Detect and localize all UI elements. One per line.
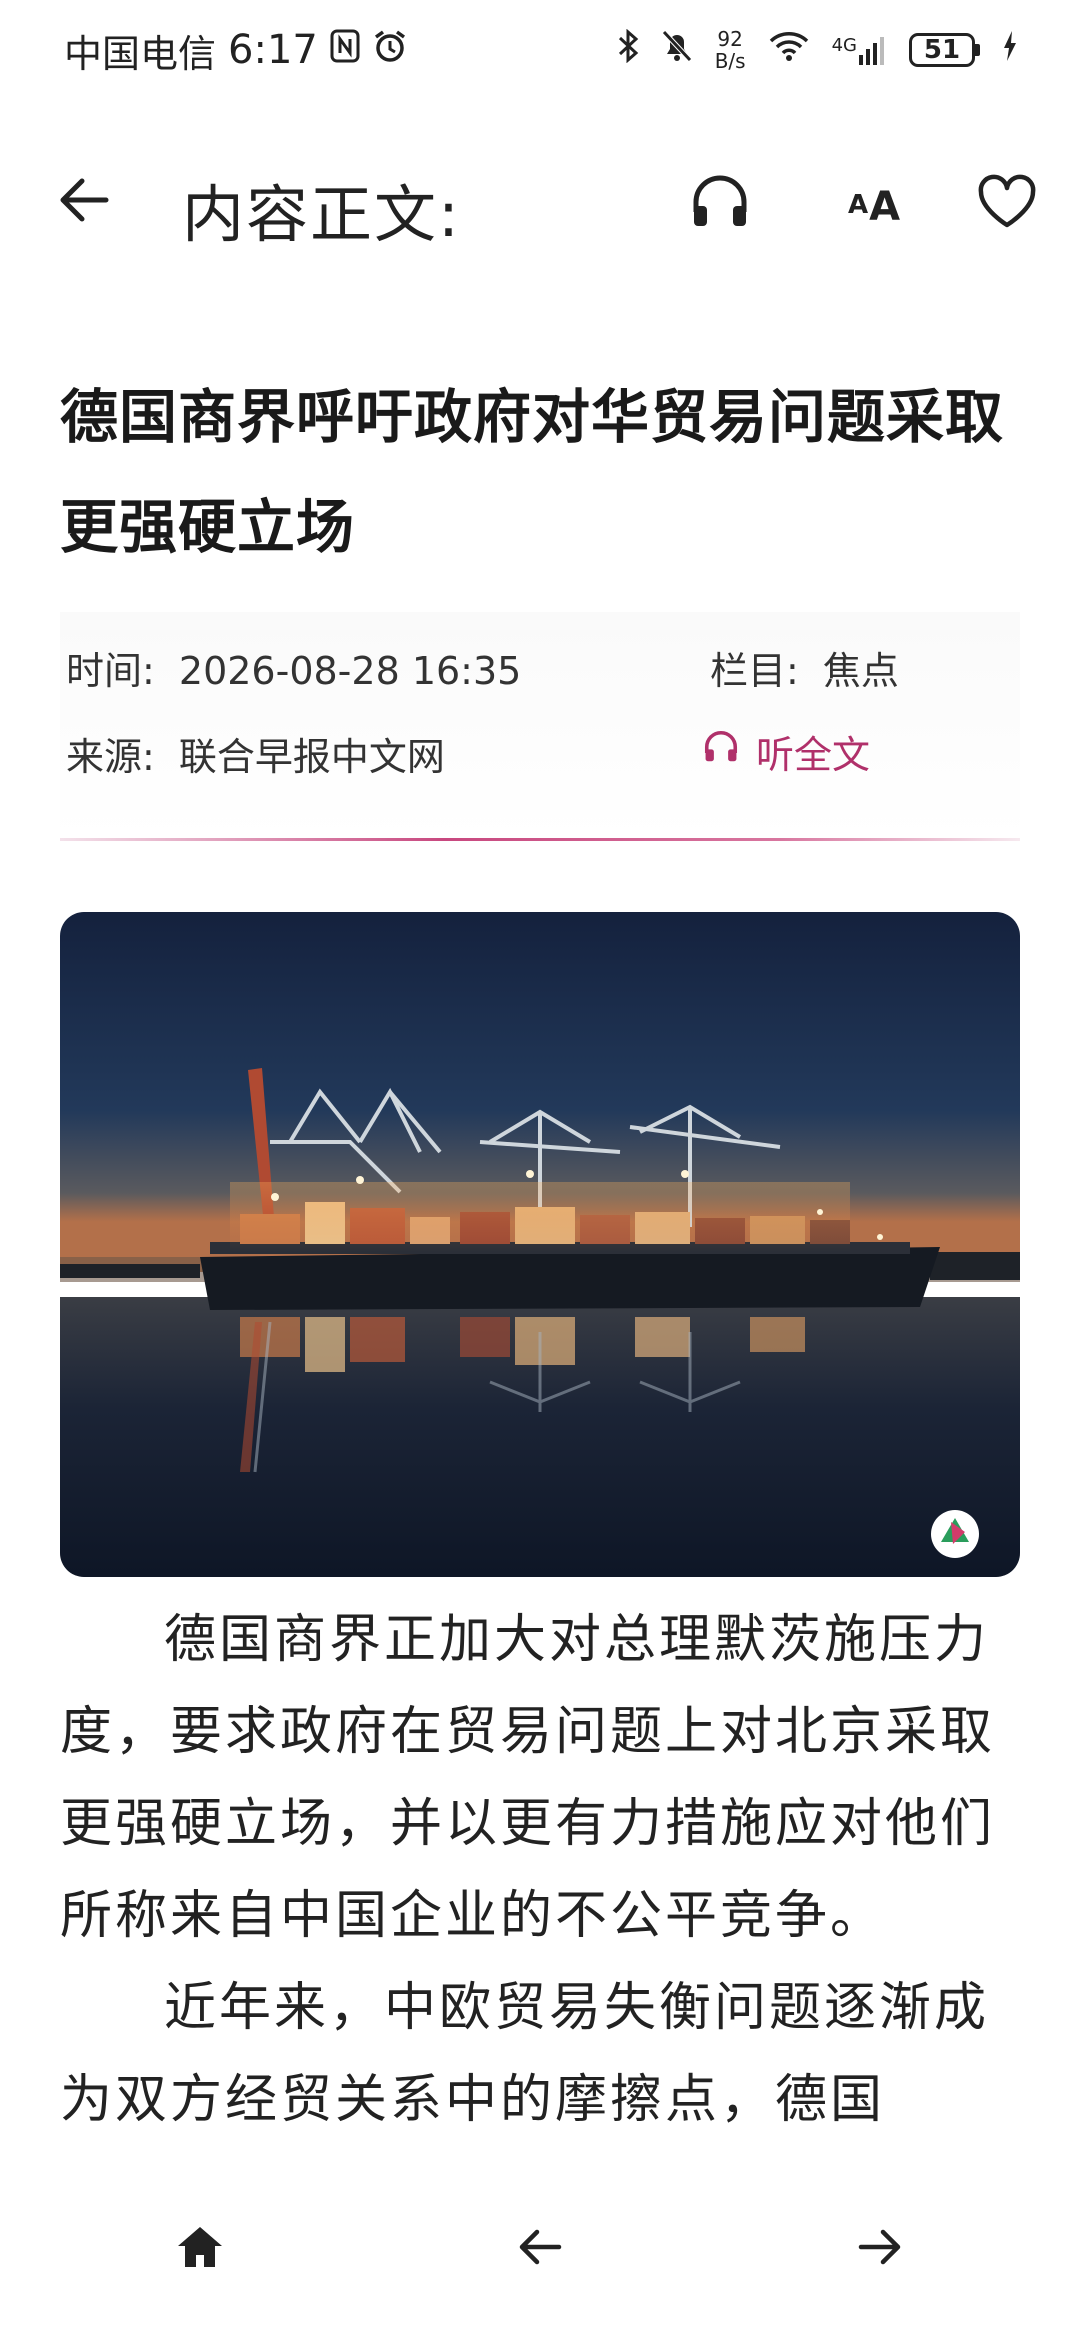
home-icon <box>175 2224 225 2274</box>
source-value: 联合早报中文网 <box>178 735 445 779</box>
alarm-icon <box>372 28 408 73</box>
nav-back-button[interactable] <box>505 2214 575 2284</box>
publish-time: 时间: 2026-08-28 16:35 <box>66 640 521 695</box>
meta-divider <box>60 838 1020 841</box>
charging-icon <box>1002 30 1018 70</box>
clock: 6:17 <box>228 27 318 73</box>
page-title: 内容正文: <box>182 178 461 251</box>
bluetooth-icon <box>617 28 639 71</box>
headphones-icon <box>688 175 752 238</box>
favorite-button[interactable] <box>975 170 1039 234</box>
status-left: 中国电信 6:17 <box>64 23 408 78</box>
status-right: 92 B/s 4G 51 <box>617 28 1018 72</box>
article-paragraph-1: 德国商界正加大对总理默茨施压力度，要求政府在贸易问题上对北京采取更强硬立场，并以… <box>60 1610 996 1946</box>
net-speed-unit: B/s <box>714 49 746 73</box>
status-bar: 中国电信 6:17 92 B/s 4G 51 <box>0 0 1080 100</box>
article-column: 栏目: 焦点 <box>710 640 899 695</box>
signal-icon: 4G <box>832 35 887 65</box>
back-button[interactable] <box>52 168 116 232</box>
mute-bell-icon <box>661 29 693 71</box>
listen-button[interactable] <box>688 170 752 234</box>
article-source: 来源: 联合早报中文网 <box>66 726 445 781</box>
listen-full-label: 听全文 <box>756 733 871 777</box>
heart-icon <box>975 174 1039 238</box>
source-label: 来源: <box>66 735 155 779</box>
time-value: 2026-08-28 16:35 <box>178 649 522 693</box>
font-size-small-glyph: A <box>847 190 869 220</box>
article-title: 德国商界呼吁政府对华贸易问题采取更强硬立场 <box>60 383 1005 561</box>
article-meta: 时间: 2026-08-28 16:35 栏目: 焦点 来源: 联合早报中文网 … <box>60 612 1020 840</box>
nfc-icon <box>330 28 360 72</box>
app-header: 内容正文: A A <box>0 140 1080 260</box>
column-label: 栏目: <box>710 649 799 693</box>
battery-tip <box>975 44 980 56</box>
column-value: 焦点 <box>822 649 899 693</box>
article-paragraph-2: 近年来，中欧贸易失衡问题逐渐成为双方经贸关系中的摩擦点，德国 <box>60 1978 990 2130</box>
listen-full-button[interactable]: 听全文 <box>702 724 870 779</box>
arrow-right-icon <box>857 2227 903 2271</box>
net-speed: 92 B/s <box>715 28 746 72</box>
battery-level: 51 <box>909 33 975 67</box>
home-button[interactable] <box>165 2214 235 2284</box>
article-image <box>60 912 1020 1577</box>
arrow-left-icon <box>52 178 116 236</box>
nav-forward-button[interactable] <box>845 2214 915 2284</box>
headphones-icon <box>702 728 740 775</box>
font-size-button[interactable]: A A <box>842 174 906 230</box>
net-speed-value: 92 <box>717 27 743 51</box>
article-body: 德国商界正加大对总理默茨施压力度，要求政府在贸易问题上对北京采取更强硬立场，并以… <box>60 1594 1020 2146</box>
arrow-left-icon <box>517 2227 563 2271</box>
font-size-large-glyph: A <box>869 184 901 230</box>
wifi-icon <box>768 30 810 70</box>
time-label: 时间: <box>66 649 155 693</box>
battery-indicator: 51 <box>909 33 980 67</box>
bottom-nav <box>0 2170 1080 2340</box>
network-type: 4G <box>831 35 857 56</box>
carrier-name: 中国电信 <box>64 31 217 76</box>
